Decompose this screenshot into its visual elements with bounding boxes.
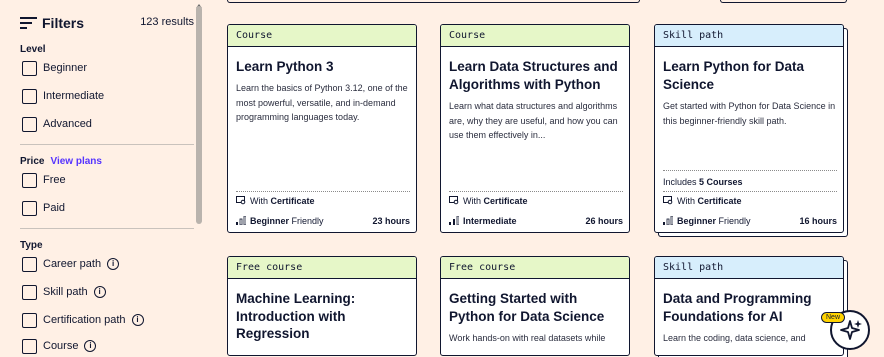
certificate-line: With Certificate xyxy=(449,196,528,206)
view-plans-link[interactable]: View plans xyxy=(50,156,102,167)
checkbox[interactable] xyxy=(22,339,37,354)
certificate-icon xyxy=(663,196,673,205)
type-group-title: Type xyxy=(20,240,43,251)
card-tag: Course xyxy=(441,25,629,47)
card-tag: Free course xyxy=(441,257,629,279)
course-card-machine-learning[interactable]: Free course Machine Learning: Introducti… xyxy=(227,256,417,356)
card-tag: Skill path xyxy=(655,25,843,47)
divider xyxy=(20,144,194,145)
divider xyxy=(236,191,410,192)
option-label: Certification path i xyxy=(43,314,144,326)
card-meta: Intermediate 26 hours xyxy=(449,216,623,226)
course-card-data-structures[interactable]: Course Learn Data Structures and Algorit… xyxy=(440,24,630,233)
checkbox[interactable] xyxy=(22,173,37,188)
new-badge: New xyxy=(821,312,846,323)
checkbox[interactable] xyxy=(22,313,37,328)
skill-path-card-python-data-science[interactable]: Skill path Learn Python for Data Science… xyxy=(654,24,844,233)
sidebar-scrollbar[interactable] xyxy=(196,6,202,224)
price-group-title: Price View plans xyxy=(20,156,102,167)
includes-courses: Includes 5 Courses xyxy=(663,177,743,187)
filters-title: Filters xyxy=(42,15,85,31)
card-title: Learn Data Structures and Algorithms wit… xyxy=(449,59,618,92)
certificate-icon xyxy=(449,196,459,205)
info-icon[interactable]: i xyxy=(93,286,106,298)
level-bars-icon xyxy=(236,216,246,225)
course-card-python-data-science[interactable]: Free course Getting Started with Python … xyxy=(440,256,630,356)
level-bars-icon xyxy=(449,216,459,225)
checkbox[interactable] xyxy=(22,257,37,272)
card-title: Data and Programming Foundations for AI xyxy=(663,291,812,324)
card-title: Learn Python 3 xyxy=(236,59,334,74)
checkbox[interactable] xyxy=(22,61,37,76)
divider xyxy=(449,191,623,192)
certificate-icon xyxy=(236,196,246,205)
info-icon[interactable]: i xyxy=(131,314,144,326)
card-description: Work hands-on with real datasets while xyxy=(449,333,606,343)
info-icon[interactable]: i xyxy=(107,258,120,270)
checkbox[interactable] xyxy=(22,89,37,104)
price-title: Price xyxy=(20,156,45,167)
divider xyxy=(20,228,194,229)
option-label: Skill path i xyxy=(43,286,106,298)
card-tag: Skill path xyxy=(655,257,843,279)
level-group-title: Level xyxy=(20,44,46,55)
divider xyxy=(663,191,837,192)
card-meta: Beginner Friendly 23 hours xyxy=(236,216,410,226)
previous-row-card-edge xyxy=(227,0,640,3)
card-title: Getting Started with Python for Data Sci… xyxy=(449,291,605,324)
skill-path-card-data-foundations-ai[interactable]: Skill path Data and Programming Foundati… xyxy=(654,256,844,356)
certificate-line: With Certificate xyxy=(663,196,742,206)
checkbox[interactable] xyxy=(22,117,37,132)
card-description: Get started with Python for Data Science… xyxy=(663,101,836,126)
duration: 16 hours xyxy=(799,216,837,226)
previous-row-card-edge xyxy=(720,0,847,3)
card-description: Learn what data structures and algorithm… xyxy=(449,101,618,140)
duration: 23 hours xyxy=(372,216,410,226)
option-label: Intermediate xyxy=(43,90,105,102)
checkbox[interactable] xyxy=(22,285,37,300)
divider xyxy=(663,170,837,171)
card-meta: Beginner Friendly 16 hours xyxy=(663,216,837,226)
certificate-line: With Certificate xyxy=(236,196,315,206)
card-description: Learn the coding, data science, and xyxy=(663,333,806,343)
results-count: 123 results xyxy=(140,16,194,28)
duration: 26 hours xyxy=(585,216,623,226)
card-tag: Free course xyxy=(228,257,416,279)
option-label: Advanced xyxy=(43,118,92,130)
option-label: Free xyxy=(43,174,66,186)
info-icon[interactable]: i xyxy=(84,340,97,352)
level-bars-icon xyxy=(663,216,673,225)
option-label: Paid xyxy=(43,202,66,214)
option-label: Beginner xyxy=(43,62,88,74)
option-label: Course i xyxy=(43,340,97,352)
checkbox[interactable] xyxy=(22,201,37,216)
card-title: Learn Python for Data Science xyxy=(663,59,805,92)
card-title: Machine Learning: Introduction with Regr… xyxy=(236,291,356,341)
card-tag: Course xyxy=(228,25,416,47)
course-card-learn-python-3[interactable]: Course Learn Python 3 Learn the basics o… xyxy=(227,24,417,233)
filters-header: Filters 123 results xyxy=(20,14,194,34)
option-label: Career path i xyxy=(43,258,120,270)
filters-sidebar: Filters 123 results Level Beginner Inter… xyxy=(0,0,206,354)
filter-icon xyxy=(20,17,37,30)
card-description: Learn the basics of Python 3.12, one of … xyxy=(236,83,408,122)
